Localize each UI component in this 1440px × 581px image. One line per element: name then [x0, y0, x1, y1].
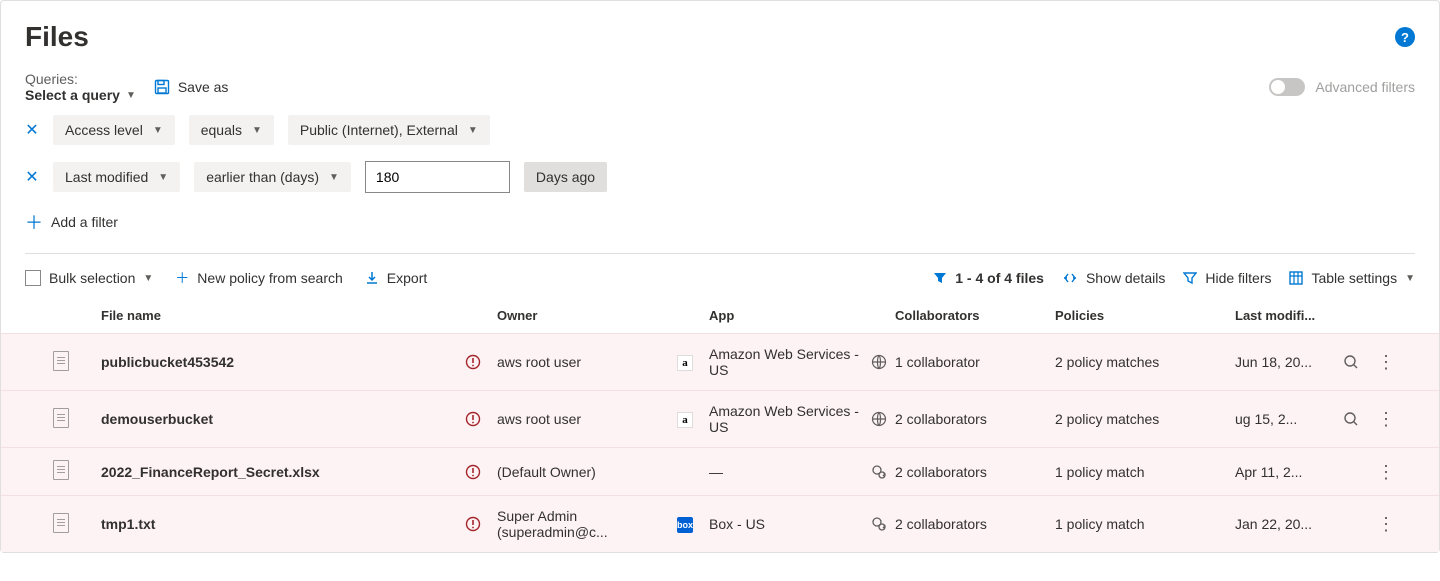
result-count: 1 - 4 of 4 files — [933, 270, 1044, 286]
file-icon — [53, 460, 69, 480]
advanced-filters-label: Advanced filters — [1315, 79, 1415, 95]
help-icon[interactable]: ? — [1395, 27, 1415, 47]
col-owner[interactable]: Owner — [497, 308, 677, 323]
file-name[interactable]: tmp1.txt — [93, 516, 465, 532]
app-cell: — — [709, 464, 871, 480]
search-icon[interactable] — [1343, 354, 1359, 370]
filter-op-chip[interactable]: equals▼ — [189, 115, 274, 145]
add-filter-button[interactable]: ＋ Add a filter — [1, 209, 1439, 253]
app-cell: Box - US — [709, 516, 871, 532]
aws-icon: a — [677, 355, 693, 371]
share-icon — [871, 464, 895, 480]
file-name[interactable]: 2022_FinanceReport_Secret.xlsx — [93, 464, 465, 480]
app-cell: Amazon Web Services - US — [709, 403, 871, 435]
expand-icon — [1062, 272, 1078, 284]
queries-label: Queries: — [25, 71, 78, 87]
bulk-selection[interactable]: Bulk selection ▼ — [25, 270, 153, 286]
policies-cell: 1 policy match — [1055, 464, 1235, 480]
chevron-down-icon: ▼ — [158, 172, 168, 183]
modified-cell: ug 15, 2... — [1235, 411, 1335, 427]
globe-icon — [871, 411, 895, 427]
file-name[interactable]: publicbucket453542 — [93, 354, 465, 370]
page-title: Files — [25, 21, 89, 53]
warning-icon — [465, 516, 497, 532]
search-icon[interactable] — [1343, 411, 1359, 427]
chevron-down-icon: ▼ — [143, 273, 153, 284]
table-row[interactable]: tmp1.txt Super Admin (superadmin@c...box B… — [1, 495, 1439, 552]
filter-suffix-chip: Days ago — [524, 162, 607, 192]
chevron-down-icon: ▼ — [1405, 273, 1415, 284]
modified-cell: Jan 22, 20... — [1235, 516, 1335, 532]
save-as-button[interactable]: Save as — [154, 79, 229, 95]
modified-cell: Apr 11, 2... — [1235, 464, 1335, 480]
table-row[interactable]: 2022_FinanceReport_Secret.xlsx (Default O… — [1, 447, 1439, 495]
policies-cell: 1 policy match — [1055, 516, 1235, 532]
aws-icon: a — [677, 412, 693, 428]
more-icon[interactable]: ⋮ — [1377, 410, 1395, 428]
policies-cell: 2 policy matches — [1055, 411, 1235, 427]
file-icon — [53, 408, 69, 428]
remove-filter-icon[interactable]: ✕ — [25, 120, 39, 140]
app-cell: Amazon Web Services - US — [709, 346, 871, 378]
policies-cell: 2 policy matches — [1055, 354, 1235, 370]
share-icon — [871, 516, 895, 532]
more-icon[interactable]: ⋮ — [1377, 515, 1395, 533]
warning-icon — [465, 354, 497, 370]
filter-op-chip[interactable]: earlier than (days)▼ — [194, 162, 351, 192]
owner-cell: aws root user — [497, 354, 677, 370]
table-settings-button[interactable]: Table settings ▼ — [1289, 270, 1415, 286]
export-button[interactable]: Export — [365, 270, 427, 286]
filter-value-chip[interactable]: Public (Internet), External▼ — [288, 115, 490, 145]
chevron-down-icon: ▼ — [468, 125, 478, 136]
more-icon[interactable]: ⋮ — [1377, 463, 1395, 481]
col-collaborators[interactable]: Collaborators — [895, 308, 1055, 323]
col-file-name[interactable]: File name — [93, 308, 465, 323]
filter-value-input[interactable] — [365, 161, 510, 193]
chevron-down-icon: ▼ — [252, 125, 262, 136]
new-policy-button[interactable]: ＋ New policy from search — [175, 268, 343, 288]
collaborators-cell: 2 collaborators — [895, 464, 1055, 480]
collaborators-cell: 2 collaborators — [895, 516, 1055, 532]
more-icon[interactable]: ⋮ — [1377, 353, 1395, 371]
owner-cell: Super Admin (superadmin@c... — [497, 508, 677, 540]
checkbox-icon[interactable] — [25, 270, 41, 286]
download-icon — [365, 271, 379, 285]
chevron-down-icon: ▼ — [329, 172, 339, 183]
file-icon — [53, 513, 69, 533]
hide-filters-button[interactable]: Hide filters — [1183, 270, 1271, 286]
col-policies[interactable]: Policies — [1055, 308, 1235, 323]
save-icon — [154, 79, 170, 95]
table-row[interactable]: demouserbucket aws root usera Amazon Web S… — [1, 390, 1439, 447]
plus-icon: ＋ — [175, 268, 189, 288]
query-select[interactable]: Select a query ▼ — [25, 87, 136, 103]
table-row[interactable]: publicbucket453542 aws root usera Amazon W… — [1, 333, 1439, 390]
warning-icon — [465, 464, 497, 480]
modified-cell: Jun 18, 20... — [1235, 354, 1335, 370]
warning-icon — [465, 411, 497, 427]
table-icon — [1289, 271, 1303, 285]
box-icon: box — [677, 517, 693, 533]
show-details-button[interactable]: Show details — [1062, 270, 1165, 286]
col-app[interactable]: App — [709, 308, 871, 323]
filter-field-chip[interactable]: Access level▼ — [53, 115, 175, 145]
remove-filter-icon[interactable]: ✕ — [25, 167, 39, 187]
filter-icon — [933, 271, 947, 285]
filter-field-chip[interactable]: Last modified▼ — [53, 162, 180, 192]
chevron-down-icon: ▼ — [153, 125, 163, 136]
owner-cell: aws root user — [497, 411, 677, 427]
filter-outline-icon — [1183, 271, 1197, 285]
owner-cell: (Default Owner) — [497, 464, 677, 480]
globe-icon — [871, 354, 895, 370]
collaborators-cell: 2 collaborators — [895, 411, 1055, 427]
file-name[interactable]: demouserbucket — [93, 411, 465, 427]
col-modified[interactable]: Last modifi... — [1235, 308, 1335, 323]
collaborators-cell: 1 collaborator — [895, 354, 1055, 370]
chevron-down-icon: ▼ — [126, 90, 136, 101]
file-icon — [53, 351, 69, 371]
advanced-filters-toggle[interactable] — [1269, 78, 1305, 96]
plus-icon: ＋ — [25, 209, 39, 235]
